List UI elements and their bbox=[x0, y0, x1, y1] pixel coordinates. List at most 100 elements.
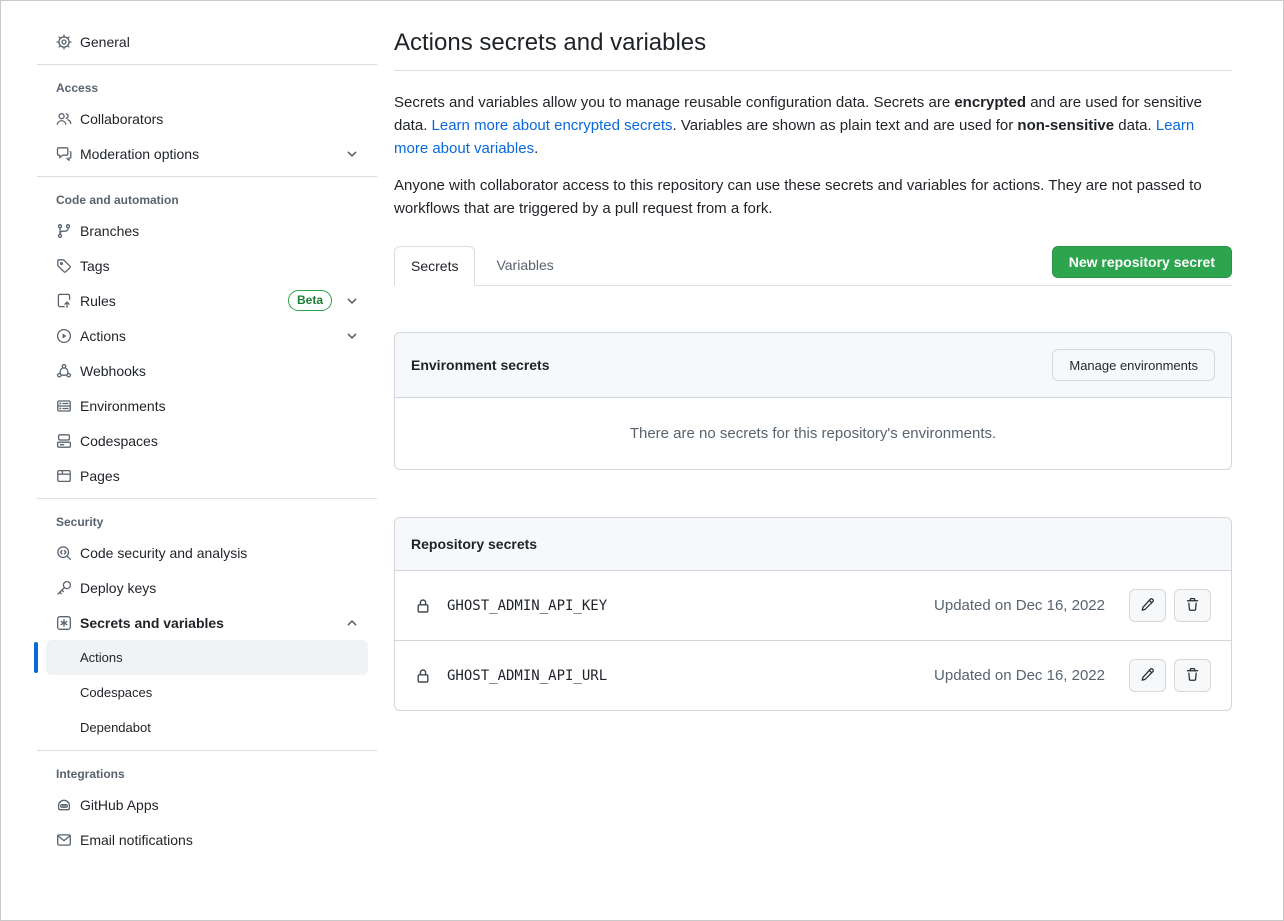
environment-secrets-title: Environment secrets bbox=[411, 357, 550, 373]
pencil-icon bbox=[1140, 667, 1155, 685]
beta-badge: Beta bbox=[288, 290, 332, 311]
environment-secrets-header: Environment secrets Manage environments bbox=[395, 333, 1231, 398]
settings-sidebar: General Access Collaborators Moderation … bbox=[1, 1, 378, 920]
secret-row: GHOST_ADMIN_API_KEY Updated on Dec 16, 2… bbox=[395, 571, 1231, 640]
environment-secrets-empty-message: There are no secrets for this repository… bbox=[395, 398, 1231, 469]
browser-icon bbox=[56, 468, 72, 484]
sidebar-section-integrations: Integrations bbox=[37, 767, 368, 781]
sidebar-item-label: Rules bbox=[80, 293, 116, 309]
sidebar-item-label: Codespaces bbox=[80, 685, 152, 700]
repository-secrets-title: Repository secrets bbox=[411, 536, 537, 552]
people-icon bbox=[56, 111, 72, 127]
sidebar-item-environments[interactable]: Environments bbox=[37, 388, 368, 423]
codespaces-icon bbox=[56, 433, 72, 449]
webhook-icon bbox=[56, 363, 72, 379]
secret-row-actions bbox=[1129, 659, 1211, 692]
collaborator-access-paragraph: Anyone with collaborator access to this … bbox=[394, 174, 1232, 220]
sidebar-item-label: Actions bbox=[80, 328, 126, 344]
edit-secret-button[interactable] bbox=[1129, 589, 1166, 622]
repository-settings-window: General Access Collaborators Moderation … bbox=[0, 0, 1284, 921]
sidebar-subitem-actions[interactable]: Actions bbox=[46, 640, 368, 675]
lock-icon bbox=[415, 598, 431, 614]
repository-secrets-box: Repository secrets GHOST_ADMIN_API_KEY U… bbox=[394, 517, 1232, 711]
tab-secrets[interactable]: Secrets bbox=[394, 246, 475, 286]
delete-secret-button[interactable] bbox=[1174, 659, 1211, 692]
hubot-icon bbox=[56, 797, 72, 813]
page-title: Actions secrets and variables bbox=[394, 28, 1232, 58]
sidebar-section-access: Access bbox=[37, 81, 368, 95]
sidebar-divider bbox=[37, 64, 377, 65]
secret-row: GHOST_ADMIN_API_URL Updated on Dec 16, 2… bbox=[395, 640, 1231, 710]
edit-secret-button[interactable] bbox=[1129, 659, 1166, 692]
secret-name: GHOST_ADMIN_API_KEY bbox=[447, 598, 607, 614]
server-icon bbox=[56, 398, 72, 414]
sidebar-section-code-and-automation: Code and automation bbox=[37, 193, 368, 207]
sidebar-item-label: Moderation options bbox=[80, 146, 199, 162]
chevron-up-icon bbox=[344, 615, 360, 631]
sidebar-item-label: Webhooks bbox=[80, 363, 146, 379]
sidebar-item-moderation-options[interactable]: Moderation options bbox=[37, 136, 368, 171]
delete-secret-button[interactable] bbox=[1174, 589, 1211, 622]
environment-secrets-box: Environment secrets Manage environments … bbox=[394, 332, 1232, 470]
sidebar-item-label: Dependabot bbox=[80, 720, 151, 735]
secret-name: GHOST_ADMIN_API_URL bbox=[447, 668, 607, 684]
sidebar-item-deploy-keys[interactable]: Deploy keys bbox=[37, 570, 368, 605]
sidebar-item-rules[interactable]: Rules Beta bbox=[37, 283, 368, 318]
intro-bold-non-sensitive: non-sensitive bbox=[1017, 117, 1114, 134]
sidebar-item-pages[interactable]: Pages bbox=[37, 458, 368, 493]
secret-updated-date: Updated on Dec 16, 2022 bbox=[934, 667, 1105, 684]
sidebar-item-code-security[interactable]: Code security and analysis bbox=[37, 535, 368, 570]
new-repository-secret-button[interactable]: New repository secret bbox=[1052, 246, 1232, 278]
sidebar-item-label: Environments bbox=[80, 398, 166, 414]
sidebar-item-label: Actions bbox=[80, 650, 123, 665]
secret-updated-date: Updated on Dec 16, 2022 bbox=[934, 597, 1105, 614]
chevron-down-icon bbox=[344, 293, 360, 309]
sidebar-item-label: Branches bbox=[80, 223, 139, 239]
sidebar-item-label: General bbox=[80, 34, 130, 50]
key-asterisk-icon bbox=[56, 615, 72, 631]
tag-icon bbox=[56, 258, 72, 274]
intro-text: . bbox=[534, 140, 538, 157]
chevron-down-icon bbox=[344, 146, 360, 162]
tab-variables[interactable]: Variables bbox=[480, 246, 569, 285]
manage-environments-button[interactable]: Manage environments bbox=[1052, 349, 1215, 381]
sidebar-item-label: Code security and analysis bbox=[80, 545, 247, 561]
sidebar-item-codespaces[interactable]: Codespaces bbox=[37, 423, 368, 458]
trash-icon bbox=[1185, 597, 1200, 615]
sidebar-item-actions[interactable]: Actions bbox=[37, 318, 368, 353]
sidebar-item-secrets-and-variables[interactable]: Secrets and variables bbox=[37, 605, 368, 640]
sidebar-subitem-dependabot[interactable]: Dependabot bbox=[46, 710, 368, 745]
intro-text: . Variables are shown as plain text and … bbox=[673, 117, 1018, 134]
chevron-down-icon bbox=[344, 328, 360, 344]
intro-bold-encrypted: encrypted bbox=[954, 94, 1026, 111]
sidebar-item-label: Pages bbox=[80, 468, 120, 484]
sidebar-item-label: Deploy keys bbox=[80, 580, 156, 596]
sidebar-divider bbox=[37, 176, 377, 177]
sidebar-item-webhooks[interactable]: Webhooks bbox=[37, 353, 368, 388]
mail-icon bbox=[56, 832, 72, 848]
sidebar-item-label: Codespaces bbox=[80, 433, 158, 449]
sidebar-item-general[interactable]: General bbox=[37, 24, 368, 59]
git-branch-icon bbox=[56, 223, 72, 239]
title-divider bbox=[394, 70, 1232, 71]
comment-discussion-icon bbox=[56, 146, 72, 162]
codescan-icon bbox=[56, 545, 72, 561]
sidebar-item-tags[interactable]: Tags bbox=[37, 248, 368, 283]
intro-text: data. bbox=[1114, 117, 1156, 134]
sidebar-item-branches[interactable]: Branches bbox=[37, 213, 368, 248]
sidebar-divider bbox=[37, 750, 377, 751]
sidebar-item-label: Secrets and variables bbox=[80, 615, 224, 631]
sidebar-item-label: GitHub Apps bbox=[80, 797, 159, 813]
link-encrypted-secrets[interactable]: Learn more about encrypted secrets bbox=[432, 117, 673, 134]
main-content: Actions secrets and variables Secrets an… bbox=[394, 1, 1232, 920]
sidebar-subitem-codespaces[interactable]: Codespaces bbox=[46, 675, 368, 710]
sidebar-item-collaborators[interactable]: Collaborators bbox=[37, 101, 368, 136]
sidebar-divider bbox=[37, 498, 377, 499]
intro-text: Secrets and variables allow you to manag… bbox=[394, 94, 954, 111]
secrets-variables-tabnav: Secrets Variables New repository secret bbox=[394, 246, 1232, 286]
sidebar-item-email-notifications[interactable]: Email notifications bbox=[37, 822, 368, 857]
sidebar-item-github-apps[interactable]: GitHub Apps bbox=[37, 787, 368, 822]
gear-icon bbox=[56, 34, 72, 50]
key-icon bbox=[56, 580, 72, 596]
lock-icon bbox=[415, 668, 431, 684]
